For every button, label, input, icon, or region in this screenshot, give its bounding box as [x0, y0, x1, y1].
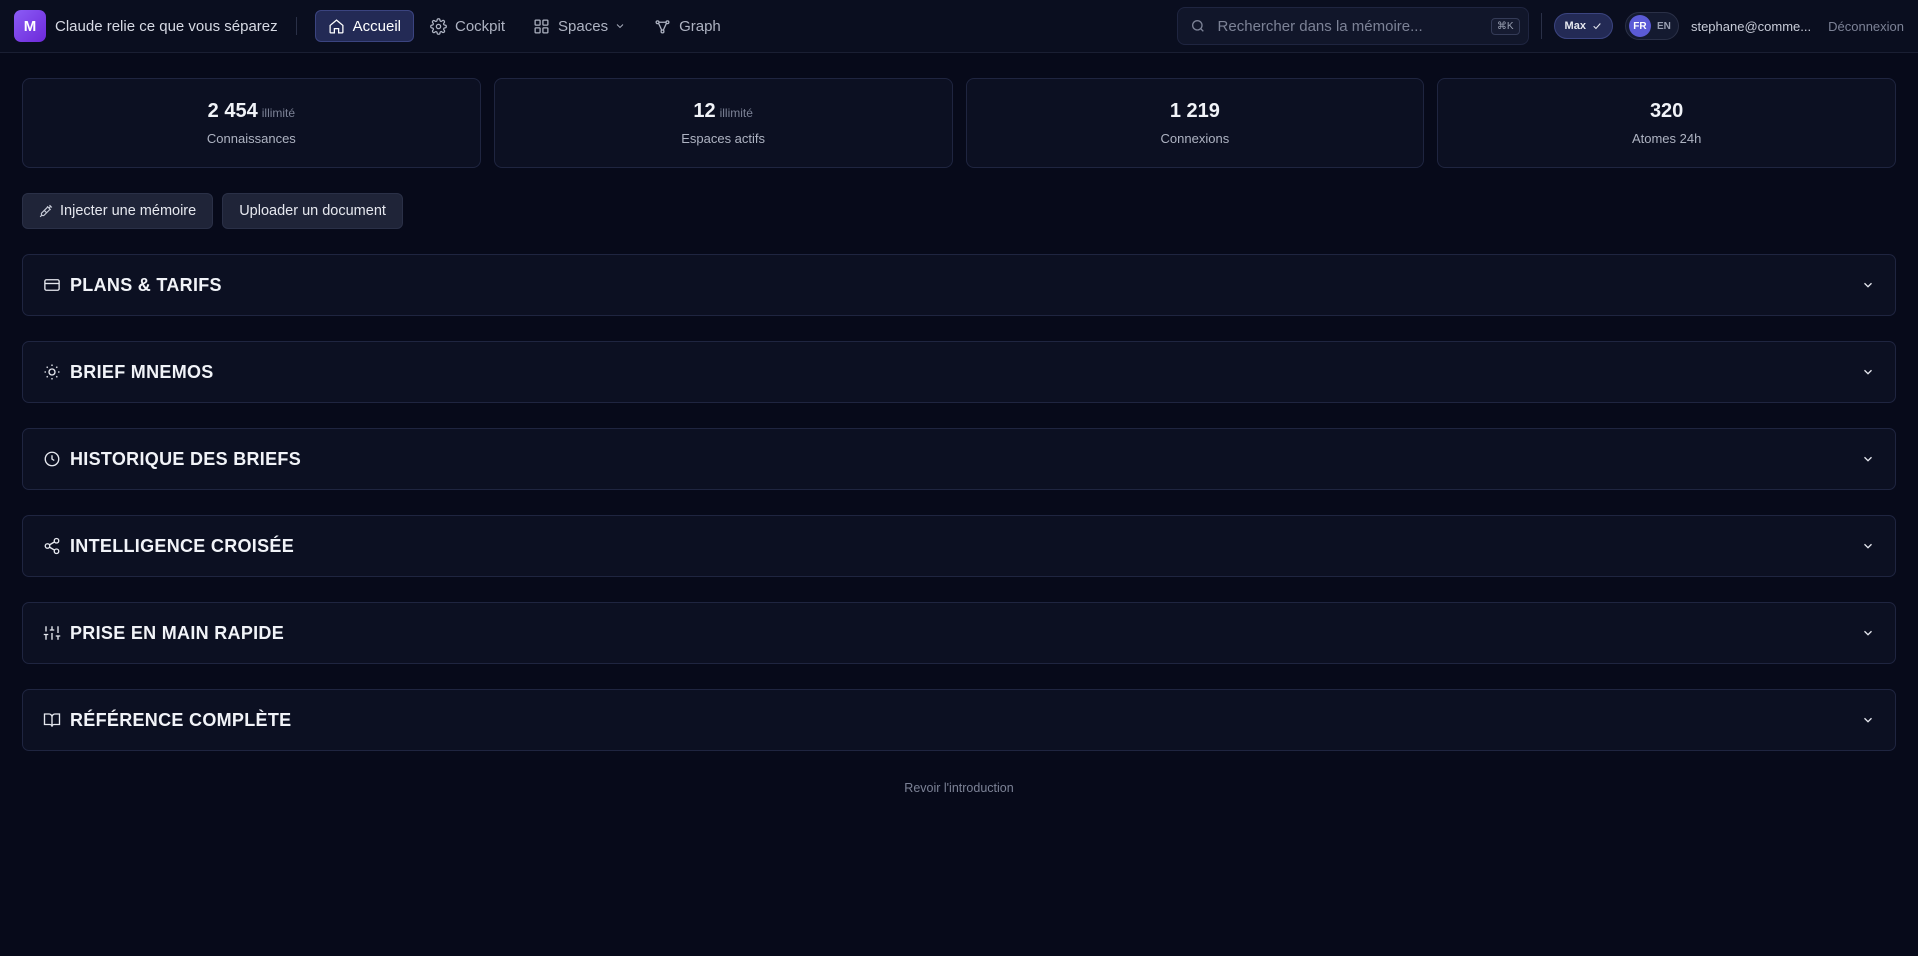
chevron-down-icon	[1864, 456, 1872, 462]
search-bar[interactable]: ⌘K	[1176, 7, 1529, 45]
language-option-fr[interactable]: FR	[1628, 15, 1651, 37]
stat-label: Atomes 24h	[1631, 131, 1702, 146]
stat-card-espaces: 12 illimité Espaces actifs	[493, 78, 953, 168]
chevron-down-icon	[616, 24, 624, 29]
nav-item-cockpit[interactable]: Cockpit	[418, 10, 517, 42]
accordion-title: HISTORIQUE DES BRIEFS	[70, 448, 302, 469]
search-icon	[1191, 20, 1204, 32]
book-open-icon	[43, 713, 61, 727]
gear-icon	[430, 17, 447, 35]
accordion-plans-tarifs[interactable]: PLANS & TARIFS	[22, 254, 1896, 316]
graph-icon	[655, 19, 670, 34]
chevron-down-icon	[1864, 717, 1872, 723]
stat-label: Connexions	[1160, 131, 1230, 146]
logout-link[interactable]: Déconnexion	[1828, 19, 1904, 34]
nav-divider	[1540, 13, 1542, 39]
upload-document-label: Uploader un document	[239, 203, 386, 219]
check-icon	[1593, 23, 1601, 30]
accordion-list: PLANS & TARIFS BRIEF MNEMOS HISTORIQUE D…	[22, 254, 1896, 751]
upload-document-button[interactable]: Uploader un document	[222, 193, 403, 229]
chevron-down-icon	[1864, 543, 1872, 549]
language-option-en[interactable]: EN	[1653, 15, 1675, 37]
inject-memory-label: Injecter une mémoire	[60, 203, 197, 219]
search-input[interactable]	[1217, 17, 1491, 35]
stat-value: 2 454	[207, 100, 258, 122]
accordion-title: RÉFÉRENCE COMPLÈTE	[70, 709, 292, 730]
stat-card-atomes: 320 Atomes 24h	[1437, 78, 1896, 168]
stat-label: Connaissances	[206, 131, 296, 146]
accordion-historique-briefs[interactable]: HISTORIQUE DES BRIEFS	[22, 428, 1896, 490]
chevron-down-icon	[1864, 282, 1872, 288]
app-title: Claude relie ce que vous séparez	[55, 17, 278, 35]
clock-icon	[44, 451, 60, 467]
stat-value: 320	[1649, 100, 1684, 122]
user-email[interactable]: stephane@comme...	[1691, 19, 1811, 34]
credit-card-icon	[44, 279, 60, 291]
sliders-icon	[43, 626, 61, 640]
accordion-title: BRIEF MNEMOS	[70, 361, 214, 382]
nav-item-label: Spaces	[558, 17, 609, 35]
main-content: 2 454 illimité Connaissances 12 illimité…	[0, 53, 1918, 795]
accordion-prise-en-main[interactable]: PRISE EN MAIN RAPIDE	[22, 602, 1896, 664]
accordion-intelligence-croisee[interactable]: INTELLIGENCE CROISÉE	[22, 515, 1896, 577]
nav-item-label: Accueil	[352, 17, 401, 35]
app-logo[interactable]: M	[14, 10, 46, 42]
nav-item-graph[interactable]: Graph	[642, 10, 733, 42]
stat-suffix: illimité	[719, 106, 753, 120]
nav-item-accueil[interactable]: Accueil	[314, 10, 414, 42]
inject-memory-button[interactable]: Injecter une mémoire	[22, 193, 214, 229]
language-switcher[interactable]: FR EN	[1624, 12, 1679, 40]
stat-label: Espaces actifs	[681, 131, 766, 146]
accordion-title: INTELLIGENCE CROISÉE	[70, 535, 295, 556]
accordion-reference-complete[interactable]: RÉFÉRENCE COMPLÈTE	[22, 689, 1896, 751]
stat-card-connexions: 1 219 Connexions	[965, 78, 1425, 168]
top-nav: M Claude relie ce que vous séparez Accue…	[0, 0, 1918, 53]
stat-suffix: illimité	[261, 106, 296, 120]
stat-card-connaissances: 2 454 illimité Connaissances	[22, 78, 481, 168]
grid-icon	[534, 18, 549, 34]
accordion-title: PLANS & TARIFS	[70, 274, 222, 295]
nav-divider	[295, 17, 297, 35]
search-shortcut-badge: ⌘K	[1490, 17, 1520, 35]
accordion-title: PRISE EN MAIN RAPIDE	[70, 622, 285, 643]
stat-value: 1 219	[1169, 100, 1220, 122]
plan-badge[interactable]: Max	[1553, 13, 1613, 39]
syringe-icon	[39, 204, 53, 218]
stat-value: 12	[693, 100, 716, 122]
chevron-down-icon	[1864, 369, 1872, 375]
plan-label: Max	[1564, 20, 1586, 32]
accordion-brief-mnemos[interactable]: BRIEF MNEMOS	[22, 341, 1896, 403]
nav-item-label: Cockpit	[455, 17, 506, 35]
chevron-down-icon	[1864, 630, 1872, 636]
nav-item-spaces[interactable]: Spaces	[521, 10, 638, 42]
share-icon	[44, 537, 60, 555]
review-intro-link[interactable]: Revoir l'introduction	[22, 781, 1896, 795]
nav-item-label: Graph	[679, 17, 721, 35]
sun-icon	[44, 364, 60, 380]
stats-row: 2 454 illimité Connaissances 12 illimité…	[22, 78, 1896, 168]
actions-row: Injecter une mémoire Uploader un documen…	[22, 193, 1896, 229]
home-icon	[329, 18, 344, 34]
